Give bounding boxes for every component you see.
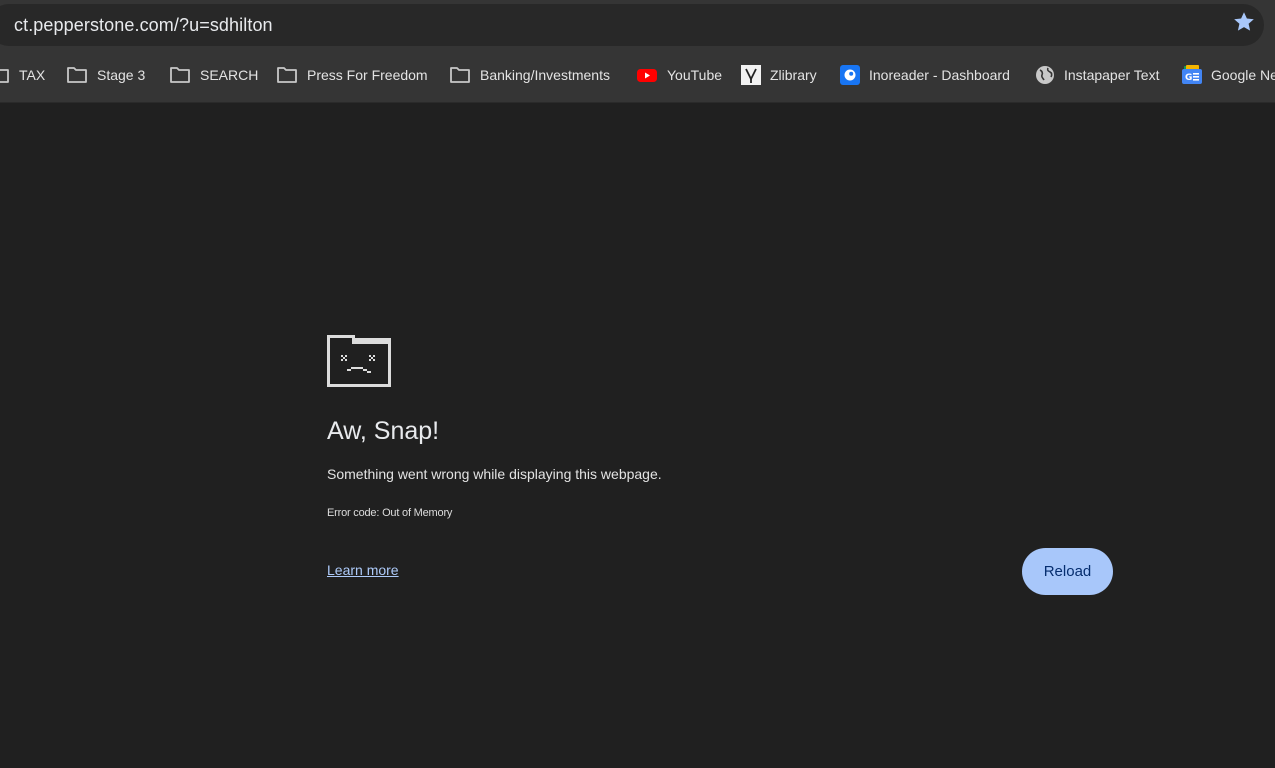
error-message: Something went wrong while displaying th… [327, 466, 662, 482]
folder-icon [0, 69, 9, 83]
bookmark-label: YouTube [667, 67, 723, 83]
bookmark-label: TAX [19, 67, 46, 83]
bookmarks-bar: TAX Stage 3 SEARCH Press For Freedom Ban… [0, 60, 1275, 90]
google-news-icon: G [1182, 65, 1202, 84]
bookmark-label: Instapaper Text [1064, 67, 1160, 83]
inoreader-icon [840, 65, 860, 85]
bookmark-stage-3[interactable]: Stage 3 [66, 60, 145, 90]
bookmark-label: Inoreader - Dashboard [869, 67, 1010, 83]
svg-text:G: G [1185, 73, 1192, 83]
folder-icon [450, 67, 470, 83]
bookmark-search[interactable]: SEARCH [169, 60, 258, 90]
sad-folder-icon [327, 335, 391, 387]
bookmark-zlibrary[interactable]: Zlibrary [741, 60, 817, 90]
folder-icon [67, 67, 87, 83]
zlibrary-icon [741, 65, 761, 85]
bookmark-youtube[interactable]: YouTube [636, 60, 722, 90]
star-icon[interactable] [1232, 10, 1256, 34]
youtube-icon [637, 69, 657, 82]
error-code: Error code: Out of Memory [327, 507, 453, 519]
folder-icon [170, 67, 190, 83]
bookmark-instapaper-text[interactable]: Instapaper Text [1035, 60, 1159, 90]
bookmark-label: Google Ne [1211, 67, 1275, 83]
bookmark-label: SEARCH [200, 67, 259, 83]
browser-toolbar: ct.pepperstone.com/?u=sdhilton TAX Stage… [0, 0, 1275, 103]
bookmark-label: Banking/Investments [480, 67, 610, 83]
bookmark-label: Zlibrary [770, 67, 817, 83]
address-bar[interactable]: ct.pepperstone.com/?u=sdhilton [0, 4, 1264, 46]
bookmark-label: Press For Freedom [307, 67, 428, 83]
url-text[interactable]: ct.pepperstone.com/?u=sdhilton [14, 15, 273, 36]
bookmark-label: Stage 3 [97, 67, 146, 83]
error-heading: Aw, Snap! [327, 417, 440, 445]
reload-button[interactable]: Reload [1022, 548, 1113, 595]
folder-icon [277, 67, 297, 83]
error-page: Aw, Snap! Something went wrong while dis… [0, 103, 1275, 768]
bookmark-inoreader-dashboard[interactable]: Inoreader - Dashboard [840, 60, 1010, 90]
bookmark-banking-investments[interactable]: Banking/Investments [449, 60, 610, 90]
bookmark-tax[interactable]: TAX [0, 60, 45, 90]
bookmark-press-for-freedom[interactable]: Press For Freedom [276, 60, 428, 90]
bookmark-google-news[interactable]: G Google Ne [1182, 60, 1275, 90]
globe-icon [1036, 66, 1054, 84]
learn-more-link[interactable]: Learn more [327, 562, 399, 578]
